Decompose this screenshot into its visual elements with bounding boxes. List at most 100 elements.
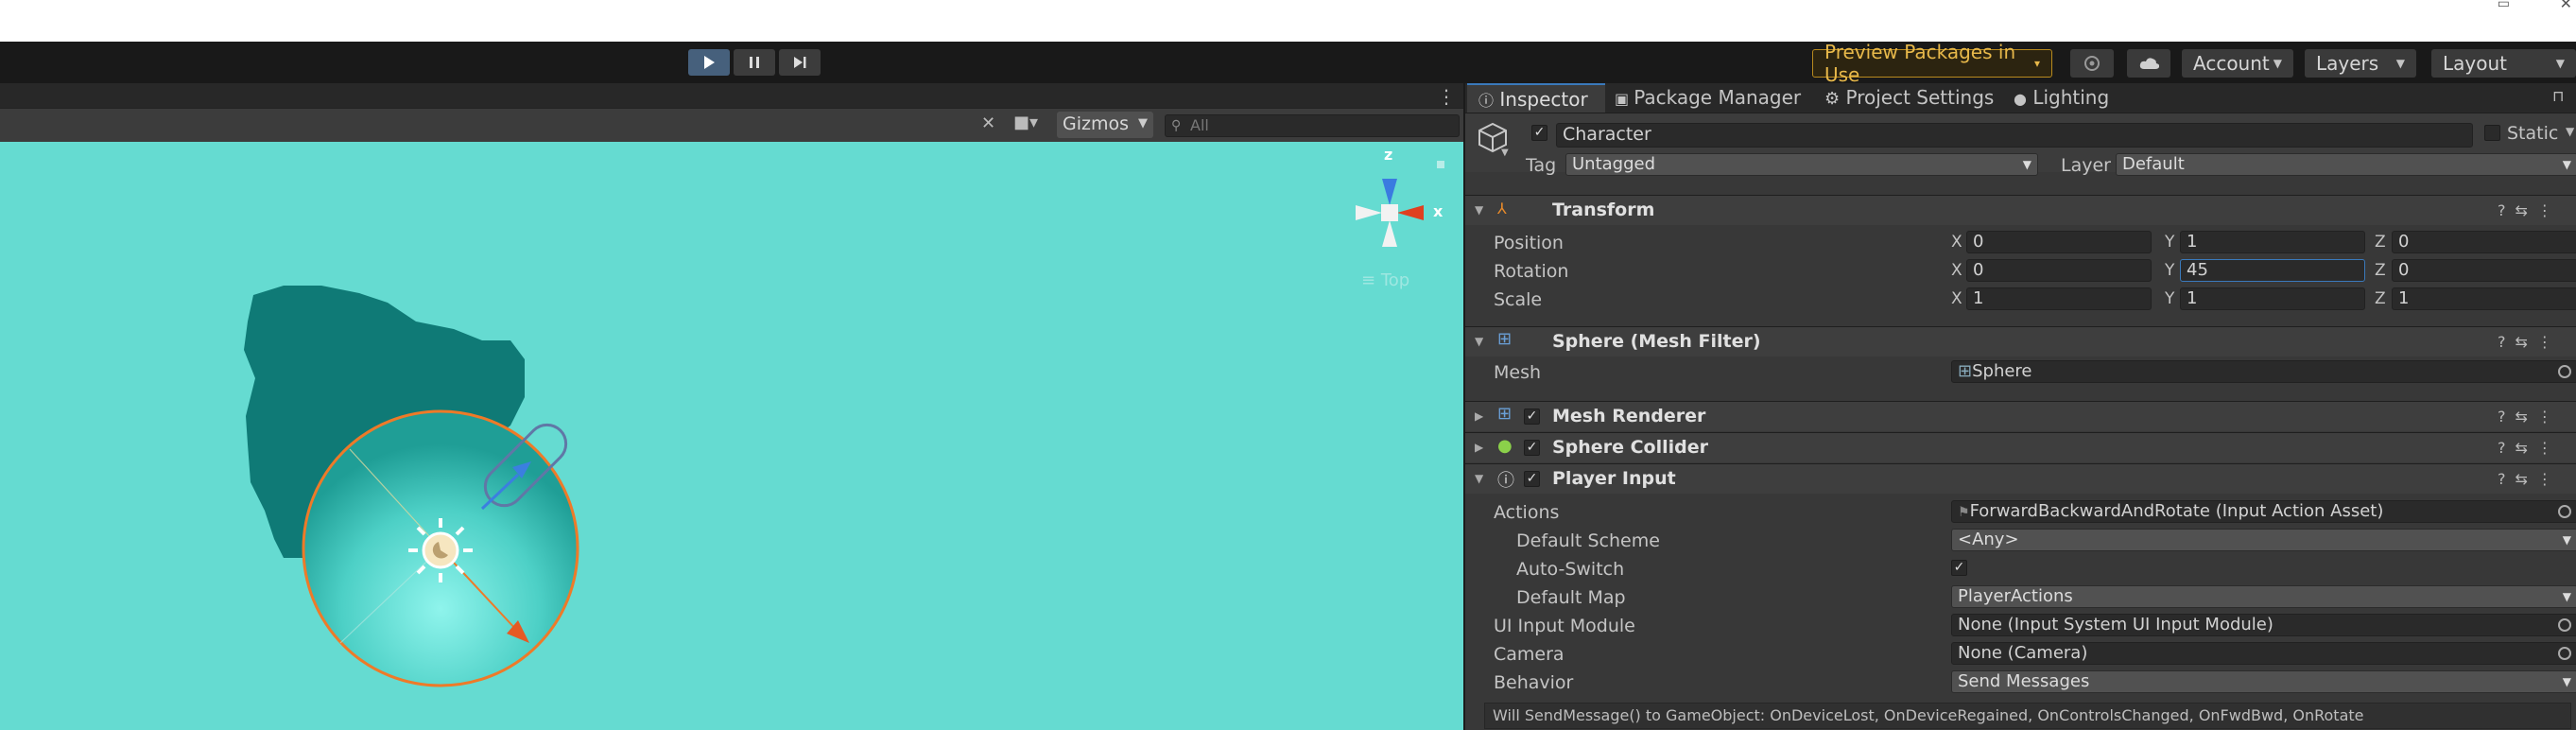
object-picker-icon[interactable] (2558, 647, 2571, 660)
cloud-button[interactable] (2127, 49, 2170, 78)
tag-dropdown[interactable]: Untagged ▼ (1565, 153, 2038, 176)
window-controls: ▭ ✕ (2463, 0, 2576, 12)
foldout-arrow-icon[interactable]: ▶ (1475, 409, 1483, 423)
object-picker-icon[interactable] (2558, 618, 2571, 632)
inspector-panel: ⓘ Inspector ▣ Package Manager ⚙ Project … (1463, 83, 2576, 730)
active-checkbox[interactable]: ✓ (1531, 125, 1547, 141)
default-scheme-label: Default Scheme (1516, 530, 1660, 551)
tab-package-manager[interactable]: ▣ Package Manager (1615, 83, 1815, 113)
layout-label: Layout (2443, 52, 2507, 75)
foldout-arrow-icon[interactable]: ▼ (1475, 335, 1483, 348)
play-button[interactable] (688, 49, 730, 76)
camera-field[interactable]: None (Camera) (1951, 642, 2576, 665)
tab-label: Package Manager (1634, 86, 1802, 109)
sphere-collider-title: Sphere Collider (1552, 437, 1708, 458)
layout-dropdown[interactable]: Layout ▼ (2431, 49, 2576, 78)
object-name-field[interactable]: Character (1556, 123, 2473, 148)
tab-project-settings[interactable]: ⚙ Project Settings (1824, 83, 2025, 113)
step-button[interactable] (779, 49, 821, 76)
pause-button[interactable] (734, 49, 775, 76)
tab-label: Lighting (2032, 86, 2110, 109)
foldout-arrow-icon[interactable]: ▼ (1475, 203, 1483, 217)
component-actions[interactable]: ?⇆⋮ (2498, 470, 2562, 488)
orientation-label-text: Top (1380, 270, 1410, 290)
more-options-icon[interactable]: ⋮ (1437, 85, 1456, 108)
object-picker-icon[interactable] (2558, 365, 2571, 378)
component-actions[interactable]: ?⇆⋮ (2498, 201, 2562, 219)
preview-packages-label: Preview Packages in Use (1824, 41, 2016, 86)
sphere-collider-header[interactable]: ▶ ● ✓ Sphere Collider ?⇆⋮ (1465, 432, 2576, 462)
auto-switch-checkbox[interactable]: ✓ (1951, 560, 1967, 576)
mesh-filter-header[interactable]: ▼ ⊞ Sphere (Mesh Filter) ?⇆⋮ (1465, 326, 2576, 356)
search-icon: ⚲ (1171, 118, 1182, 133)
player-input-checkbox[interactable]: ✓ (1524, 471, 1540, 487)
lock-icon[interactable]: ⊓ (2552, 87, 2564, 105)
chevron-down-icon: ▾ (2033, 57, 2040, 70)
tools-icon[interactable]: ✕ (981, 113, 995, 133)
component-actions[interactable]: ?⇆⋮ (2498, 333, 2562, 351)
layers-dropdown[interactable]: Layers ▼ (2305, 49, 2416, 78)
behavior-dropdown[interactable]: Send Messages ▼ (1951, 670, 2576, 693)
rotation-y-field[interactable]: 45 (2180, 259, 2365, 282)
collab-button[interactable] (2070, 49, 2114, 78)
chevron-down-icon: ▼ (2562, 533, 2571, 547)
orientation-label[interactable]: ≡ Top (1361, 270, 1409, 290)
mesh-field[interactable]: ⊞Sphere (1951, 360, 2576, 383)
actions-field[interactable]: ⚑ForwardBackwardAndRotate (Input Action … (1951, 500, 2576, 523)
static-checkbox[interactable] (2484, 125, 2500, 141)
default-scheme-dropdown[interactable]: <Any> ▼ (1951, 529, 2576, 551)
foldout-arrow-icon[interactable]: ▶ (1475, 441, 1483, 454)
close-icon[interactable]: ✕ (2560, 0, 2572, 12)
foldout-arrow-icon[interactable]: ▼ (1475, 472, 1483, 485)
transform-header[interactable]: ▼ ⅄ Transform ?⇆⋮ (1465, 195, 2576, 225)
transform-body: Position Rotation Scale X 0 Y 1 Z 0 X 0 … (1465, 225, 2576, 312)
target-icon (2084, 56, 2100, 71)
ui-input-module-field[interactable]: None (Input System UI Input Module) (1951, 614, 2576, 636)
mesh-renderer-checkbox[interactable]: ✓ (1524, 408, 1540, 425)
default-map-dropdown[interactable]: PlayerActions ▼ (1951, 585, 2576, 608)
player-input-header[interactable]: ▼ ⓘ ✓ Player Input ?⇆⋮ (1465, 463, 2576, 494)
default-scheme-value: <Any> (1958, 530, 2019, 549)
restore-icon[interactable]: ▭ (2498, 0, 2510, 11)
actions-value: ForwardBackwardAndRotate (Input Action A… (1969, 501, 2384, 521)
scale-y-field[interactable]: 1 (2180, 287, 2365, 310)
tab-lighting[interactable]: ● Lighting (2014, 83, 2127, 113)
layer-dropdown[interactable]: Default ▼ (2116, 153, 2576, 176)
chevron-down-icon: ▼ (2562, 590, 2571, 603)
orientation-gizmo[interactable] (1356, 179, 1424, 247)
inspector-tab-strip: ⓘ Inspector ▣ Package Manager ⚙ Project … (1465, 83, 2576, 113)
mesh-renderer-header[interactable]: ▶ ⊞ ✓ Mesh Renderer ?⇆⋮ (1465, 401, 2576, 431)
component-actions[interactable]: ?⇆⋮ (2498, 408, 2562, 426)
sphere-collider-checkbox[interactable]: ✓ (1524, 440, 1540, 456)
position-z-field[interactable]: 0 (2392, 231, 2576, 253)
package-icon: ▣ (1615, 90, 1634, 108)
rotation-z-field[interactable]: 0 (2392, 259, 2576, 282)
lock-icon[interactable] (1437, 161, 1444, 168)
position-x-field[interactable]: 0 (1966, 231, 2152, 253)
tab-inspector[interactable]: ⓘ Inspector (1467, 83, 1605, 113)
axis-y-label: Y (2165, 261, 2175, 280)
behavior-label: Behavior (1494, 672, 1574, 693)
tag-label: Tag (1526, 155, 1557, 176)
layer-value: Default (2122, 154, 2185, 174)
tag-value: Untagged (1572, 154, 1656, 174)
scene-viewport[interactable]: z x ≡ Top (0, 142, 1463, 730)
scale-x-field[interactable]: 1 (1966, 287, 2152, 310)
camera-icon[interactable]: ■▾ (1013, 113, 1038, 132)
chevron-down-icon[interactable]: ▼ (2566, 125, 2574, 138)
component-actions[interactable]: ?⇆⋮ (2498, 439, 2562, 457)
account-dropdown[interactable]: Account ▼ (2182, 49, 2293, 78)
chevron-down-icon: ▼ (2562, 675, 2571, 688)
gizmos-button[interactable]: Gizmos ▼ (1057, 112, 1153, 138)
scene-search-input[interactable]: ⚲ All (1165, 114, 1460, 137)
preview-packages-button[interactable]: Preview Packages in Use ▾ (1812, 41, 2052, 86)
object-picker-icon[interactable] (2558, 505, 2571, 518)
axis-z-label: Z (2375, 261, 2386, 280)
axis-z-label: Z (2375, 289, 2386, 308)
scale-z-field[interactable]: 1 (2392, 287, 2576, 310)
position-y-field[interactable]: 1 (2180, 231, 2365, 253)
chevron-down-icon[interactable]: ▼ (1501, 148, 1509, 158)
rotation-x-field[interactable]: 0 (1966, 259, 2152, 282)
menu-icon: ≡ (1361, 270, 1381, 290)
play-icon (704, 56, 715, 69)
